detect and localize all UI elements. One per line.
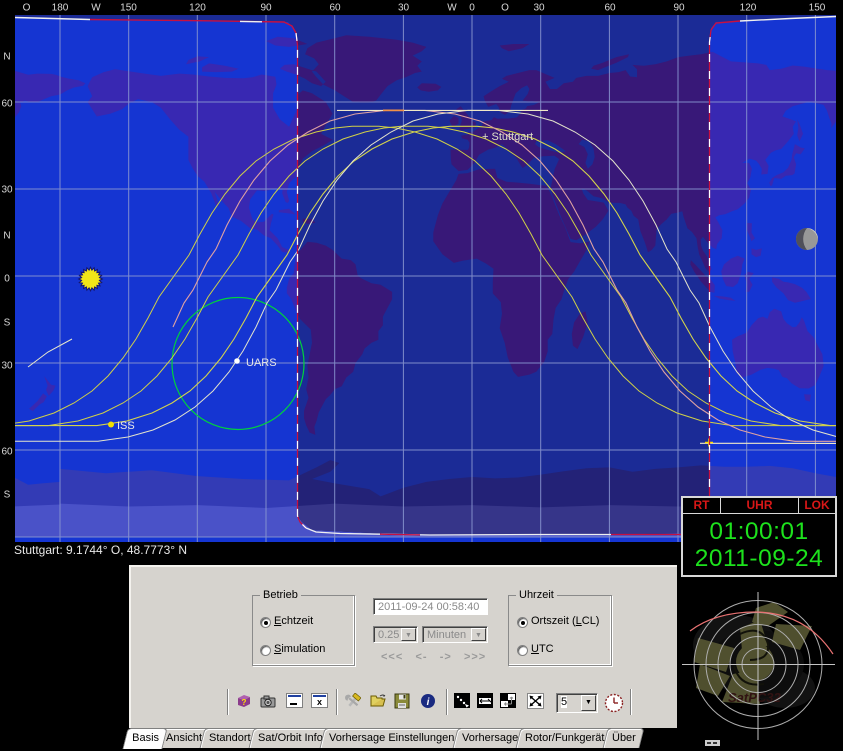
svg-text:+ Stuttgart: + Stuttgart [482, 131, 533, 143]
svg-text:180: 180 [52, 3, 69, 14]
svg-text:150: 150 [120, 3, 137, 14]
svg-text:0: 0 [469, 3, 475, 14]
svg-text:N: N [3, 231, 10, 242]
svg-text:30: 30 [1, 185, 13, 196]
svg-text:120: 120 [189, 3, 206, 14]
svg-text:60: 60 [329, 3, 341, 14]
svg-text:30: 30 [1, 361, 13, 372]
svg-text:120: 120 [740, 3, 757, 14]
svg-text:60: 60 [1, 99, 13, 110]
svg-text:N: N [3, 52, 10, 63]
svg-text:UARS: UARS [246, 357, 277, 369]
svg-text:Stuttgart: 9.1744° O, 48.7773°: Stuttgart: 9.1744° O, 48.7773° N [14, 543, 187, 557]
svg-text:W: W [91, 3, 101, 14]
svg-text:i: i [427, 697, 430, 708]
svg-text:0: 0 [4, 274, 10, 285]
svg-text:60: 60 [604, 3, 616, 14]
svg-text:90: 90 [673, 3, 685, 14]
svg-text:?: ? [242, 698, 247, 707]
svg-text:150: 150 [809, 3, 826, 14]
svg-text:x: x [317, 697, 322, 707]
svg-text:S: S [4, 318, 11, 329]
svg-text:W: W [447, 3, 457, 14]
svg-text:90: 90 [260, 3, 272, 14]
svg-text:ISS: ISS [117, 420, 135, 432]
svg-text:S: S [4, 490, 11, 501]
svg-text:30: 30 [533, 3, 545, 14]
svg-text:O: O [501, 3, 509, 14]
svg-text:60: 60 [1, 447, 13, 458]
svg-text:30: 30 [398, 3, 410, 14]
svg-text:O: O [23, 3, 31, 14]
